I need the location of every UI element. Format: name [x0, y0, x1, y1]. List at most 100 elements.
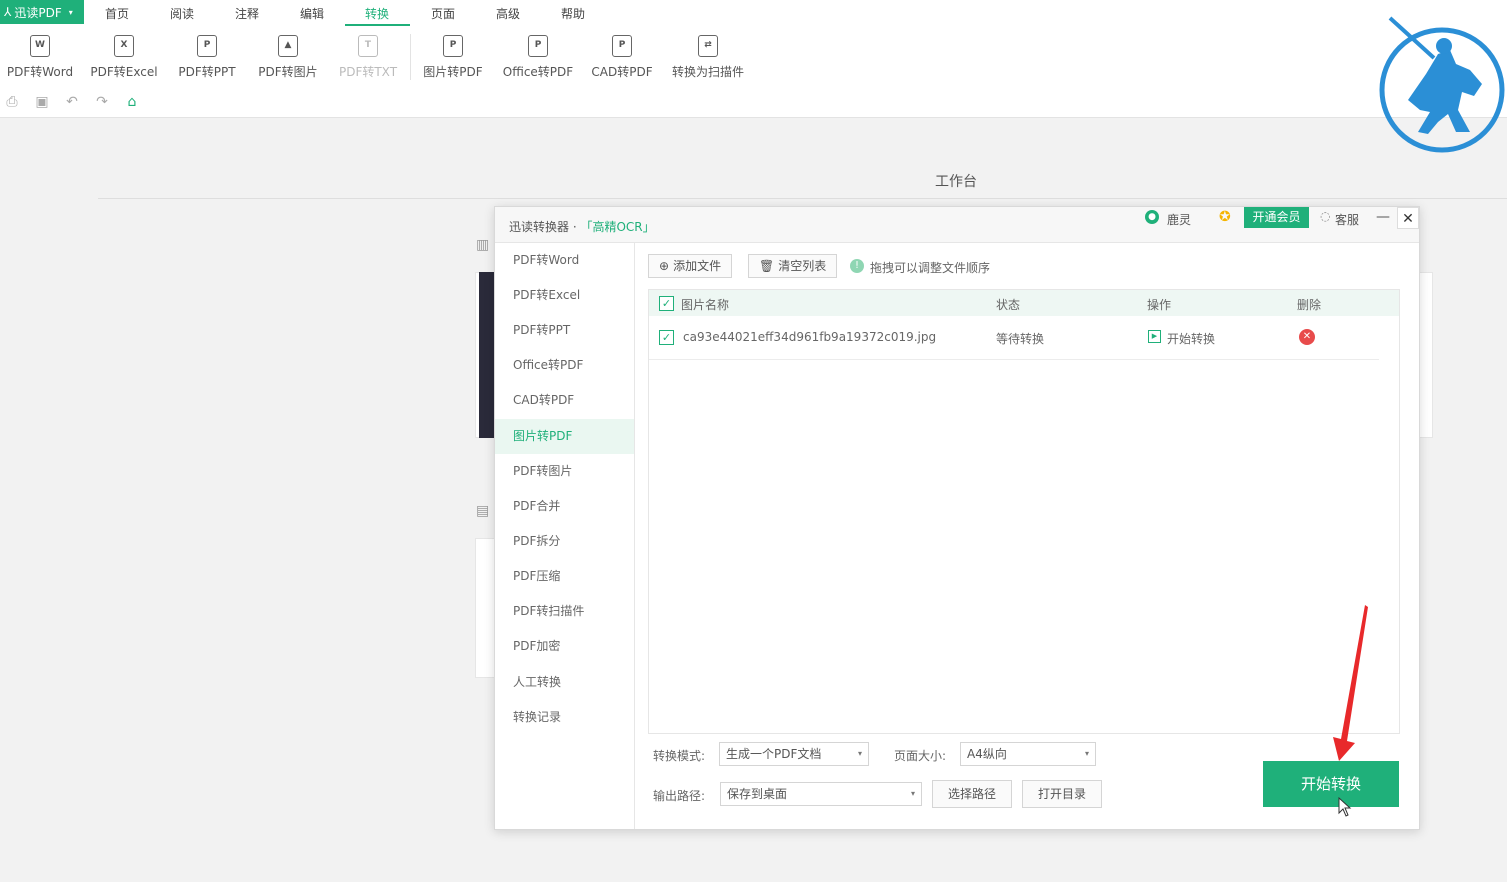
ocr-link[interactable]: 「高精OCR」	[580, 220, 654, 234]
mode-label: 转换模式:	[653, 749, 706, 763]
file-table: ✓ 图片名称 状态 操作 删除 ✓ ca93e44021eff34d961fb9…	[648, 289, 1400, 734]
redo-icon[interactable]: ↷	[94, 94, 110, 110]
pdf-to-ppt-button[interactable]: P PDF转PPT	[175, 35, 239, 80]
book-icon: ▥	[476, 237, 490, 253]
pdf-to-txt-icon: T	[358, 35, 378, 57]
dialog-header: 迅读转换器 · 「高精OCR」 ● 鹿灵 ✪ 开通会员 ◌ 客服 — ✕	[495, 207, 1419, 243]
nav-pdf-encrypt[interactable]: PDF加密	[495, 629, 634, 664]
image-to-pdf-button[interactable]: P 图片转PDF	[421, 35, 485, 80]
workspace-title: 工作台	[935, 174, 977, 190]
headset-icon[interactable]: ◌	[1320, 209, 1330, 223]
document-icon: ▤	[476, 503, 490, 519]
ribbon-label: 图片转PDF	[423, 65, 483, 79]
nav-pdf-to-scan[interactable]: PDF转扫描件	[495, 594, 634, 629]
annotation-arrow	[1333, 605, 1368, 761]
output-path-select[interactable]: 保存到桌面 ▾	[720, 782, 922, 806]
drag-hint: 拖拽可以调整文件顺序	[870, 261, 991, 275]
row-start-convert[interactable]: 开始转换	[1167, 330, 1215, 347]
background-thumbnail	[479, 272, 495, 438]
menu-read[interactable]: 阅读	[170, 5, 194, 22]
workspace-divider	[98, 198, 1507, 199]
menu-convert[interactable]: 转换	[365, 5, 389, 22]
nav-pdf-to-excel[interactable]: PDF转Excel	[495, 278, 634, 313]
knight-logo	[1379, 16, 1505, 153]
pdf-to-excel-button[interactable]: X PDF转Excel	[90, 35, 158, 80]
save-icon[interactable]: ▣	[34, 94, 50, 110]
ribbon-label: PDF转PPT	[178, 65, 236, 79]
minimize-button[interactable]: —	[1373, 207, 1393, 227]
close-button[interactable]: ✕	[1397, 207, 1419, 229]
pdf-to-txt-button[interactable]: T PDF转TXT	[337, 35, 399, 80]
vip-badge-icon: ✪	[1219, 209, 1231, 225]
nav-pdf-to-ppt[interactable]: PDF转PPT	[495, 313, 634, 348]
add-file-button[interactable]: ⊕ 添加文件	[648, 254, 733, 278]
output-path-value: 保存到桌面	[727, 787, 788, 801]
pdf-to-image-button[interactable]: ▲ PDF转图片	[256, 35, 320, 80]
pdf-to-word-button[interactable]: W PDF转Word	[6, 35, 74, 80]
undo-icon[interactable]: ↶	[64, 94, 80, 110]
office-to-pdf-button[interactable]: P Office转PDF	[500, 35, 576, 80]
cad-to-pdf-icon: P	[612, 35, 632, 57]
nav-pdf-split[interactable]: PDF拆分	[495, 524, 634, 559]
menu-annotate[interactable]: 注释	[235, 5, 259, 22]
menu-help[interactable]: 帮助	[561, 5, 585, 22]
print-icon[interactable]: ⎙	[4, 94, 20, 110]
nav-pdf-merge[interactable]: PDF合并	[495, 489, 634, 524]
chevron-down-icon: ▾	[857, 749, 862, 758]
image-to-pdf-icon: P	[443, 35, 463, 57]
home-icon[interactable]: ⌂	[124, 94, 140, 110]
scan-convert-icon: ⇄	[698, 35, 718, 57]
trash-icon: 🗑︎	[759, 259, 775, 273]
ribbon-label: Office转PDF	[502, 65, 574, 79]
clear-list-button[interactable]: 🗑︎ 清空列表	[748, 254, 838, 278]
page-size-select[interactable]: A4纵向 ▾	[960, 742, 1096, 766]
output-path-label: 输出路径:	[653, 789, 706, 803]
nav-office-to-pdf[interactable]: Office转PDF	[495, 348, 634, 383]
open-directory-button[interactable]: 打开目录	[1022, 780, 1102, 808]
vip-button[interactable]: 开通会员	[1244, 207, 1309, 228]
start-convert-button[interactable]: 开始转换	[1263, 761, 1399, 807]
choose-path-button[interactable]: 选择路径	[932, 780, 1012, 808]
nav-pdf-compress[interactable]: PDF压缩	[495, 559, 634, 594]
service-link[interactable]: 客服	[1335, 211, 1359, 228]
menu-page[interactable]: 页面	[431, 5, 455, 22]
app-menu-label: 迅读PDF	[14, 5, 62, 20]
nav-pdf-to-word[interactable]: PDF转Word	[495, 243, 634, 278]
plus-circle-icon: ⊕	[659, 259, 670, 273]
play-icon[interactable]: ▶	[1148, 330, 1161, 343]
delete-icon[interactable]: ✕	[1299, 329, 1315, 345]
menu-advanced[interactable]: 高级	[496, 5, 520, 22]
nav-convert-history[interactable]: 转换记录	[495, 700, 634, 735]
nav-image-to-pdf[interactable]: 图片转PDF	[495, 419, 634, 454]
scan-convert-button[interactable]: ⇄ 转换为扫描件	[668, 35, 748, 80]
chevron-down-icon: ▾	[1084, 749, 1089, 758]
header-action: 操作	[1147, 298, 1172, 312]
nav-pdf-to-image[interactable]: PDF转图片	[495, 454, 634, 489]
ribbon-label: PDF转TXT	[338, 65, 398, 79]
app-menu-button[interactable]: ⅄ 迅读PDF ▾	[0, 0, 84, 24]
mode-select[interactable]: 生成一个PDF文档 ▾	[719, 742, 869, 766]
ribbon-label: PDF转Word	[6, 65, 74, 79]
ribbon-label: PDF转图片	[258, 65, 318, 79]
user-name[interactable]: 鹿灵	[1167, 211, 1191, 228]
dialog-title-text: 迅读转换器 ·	[509, 220, 581, 234]
select-all-checkbox[interactable]: ✓	[659, 296, 674, 311]
user-avatar-icon[interactable]: ●	[1145, 210, 1159, 224]
table-header: ✓ 图片名称 状态 操作 删除	[649, 290, 1399, 316]
header-status: 状态	[996, 298, 1021, 312]
ribbon-label: 转换为扫描件	[671, 65, 744, 79]
menu-edit[interactable]: 编辑	[300, 5, 324, 22]
pdf-to-word-icon: W	[30, 35, 50, 57]
header-delete: 删除	[1297, 298, 1322, 312]
nav-cad-to-pdf[interactable]: CAD转PDF	[495, 383, 634, 418]
menu-home[interactable]: 首页	[105, 5, 129, 22]
table-row: ✓ ca93e44021eff34d961fb9a19372c019.jpg 等…	[649, 316, 1379, 360]
converter-sidebar: PDF转Word PDF转Excel PDF转PPT Office转PDF CA…	[495, 243, 635, 829]
cad-to-pdf-button[interactable]: P CAD转PDF	[589, 35, 655, 80]
ribbon-toolbar: W PDF转Word X PDF转Excel P PDF转PPT ▲ PDF转图…	[0, 26, 1507, 118]
page-size-value: A4纵向	[967, 747, 1007, 761]
file-name: ca93e44021eff34d961fb9a19372c019.jpg	[683, 330, 937, 344]
nav-manual-convert[interactable]: 人工转换	[495, 665, 634, 700]
row-checkbox[interactable]: ✓	[659, 330, 674, 345]
header-name: 图片名称	[681, 298, 730, 312]
